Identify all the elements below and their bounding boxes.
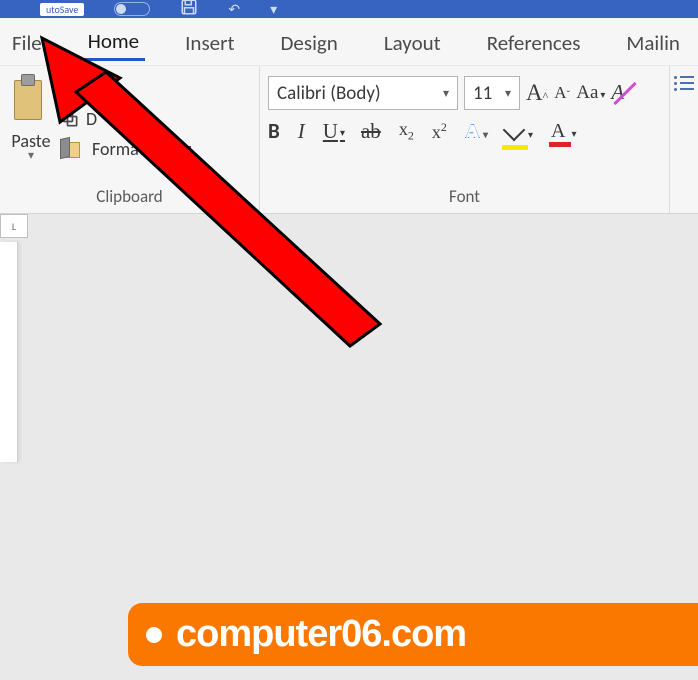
tab-mailings[interactable]: Mailin [620, 24, 686, 60]
watermark-dot-icon [146, 627, 162, 643]
copy-label: D [86, 108, 97, 130]
watermark-text: computer06.com [176, 613, 466, 656]
tab-insert[interactable]: Insert [179, 24, 240, 60]
highlight-button[interactable]: ▾ [506, 118, 533, 144]
ribbon-tabs: File Home Insert Design Layout Reference… [0, 18, 698, 66]
ribbon: Paste ▾ C D Format Pa ter Clipboard [0, 66, 698, 214]
underline-button[interactable]: U▾ [323, 119, 343, 144]
watermark-banner: computer06.com [128, 603, 698, 666]
copy-icon [60, 109, 80, 129]
superscript-button[interactable]: x2 [432, 120, 447, 143]
cut-button[interactable]: C [60, 78, 191, 100]
cut-label: C [86, 78, 96, 100]
italic-button[interactable]: I [298, 119, 305, 144]
font-size-value: 11 [473, 82, 492, 105]
page-edge [0, 242, 18, 462]
tab-design[interactable]: Design [274, 24, 343, 60]
font-name-combo[interactable]: Calibri (Body) ▾ [268, 76, 458, 110]
change-case-button[interactable]: Aa▾ [576, 82, 605, 104]
format-painter-label: Format Pa ter [92, 138, 191, 160]
title-bar: utoSave ↶ ▾ [0, 0, 698, 18]
bullets-icon[interactable] [674, 76, 694, 92]
font-name-value: Calibri (Body) [277, 82, 381, 105]
font-color-button[interactable]: A▾ [551, 120, 576, 143]
group-label-font: Font [268, 180, 661, 211]
group-clipboard: Paste ▾ C D Format Pa ter Clipboard [0, 66, 260, 213]
strikethrough-button[interactable]: ab [361, 119, 381, 144]
format-painter-button[interactable]: Format Pa ter [60, 138, 191, 160]
subscript-button[interactable]: x2 [399, 119, 414, 144]
paste-button[interactable]: Paste ▾ [8, 74, 54, 163]
tab-home[interactable]: Home [82, 22, 145, 61]
bold-button[interactable]: B [268, 118, 280, 144]
paintbrush-icon [60, 138, 86, 160]
tab-references[interactable]: References [481, 24, 587, 60]
tab-layout[interactable]: Layout [378, 24, 447, 60]
font-size-combo[interactable]: 11 ▾ [464, 76, 520, 110]
autosave-label: utoSave [40, 3, 84, 16]
copy-button[interactable]: D [60, 108, 191, 130]
ruler-corner[interactable]: L [0, 214, 28, 238]
highlighter-icon [503, 119, 526, 142]
chevron-down-icon[interactable]: ▾ [28, 148, 34, 163]
chevron-down-icon: ▾ [443, 86, 449, 101]
group-font: Calibri (Body) ▾ 11 ▾ A^ Aˇ Aa▾ A B I U▾… [260, 66, 670, 213]
tab-file[interactable]: File [6, 24, 48, 60]
group-label-clipboard: Clipboard [8, 180, 251, 211]
qat-dropdown-icon[interactable]: ▾ [270, 1, 277, 18]
text-effects-button[interactable]: A▾ [465, 119, 488, 144]
increase-font-size-button[interactable]: A^ [526, 80, 548, 106]
save-icon[interactable] [180, 0, 198, 20]
paste-icon [8, 74, 54, 126]
clear-formatting-button[interactable]: A [611, 80, 639, 106]
autosave-toggle[interactable] [114, 2, 150, 16]
decrease-font-size-button[interactable]: Aˇ [554, 83, 570, 103]
group-paragraph-partial [670, 66, 698, 213]
scissors-icon [60, 79, 80, 99]
chevron-down-icon: ▾ [505, 86, 511, 101]
undo-icon[interactable]: ↶ [228, 1, 240, 18]
